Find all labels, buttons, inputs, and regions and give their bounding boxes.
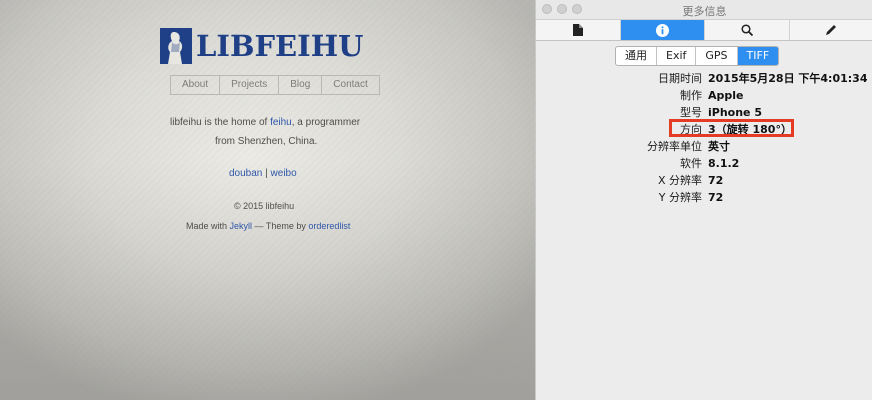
info-row-datetime: 日期时间 2015年5月28日 下午4:01:34 <box>658 72 868 85</box>
search-icon <box>741 24 753 36</box>
window-titlebar: 更多信息 <box>536 0 872 19</box>
segment-tiff[interactable]: TIFF <box>737 47 779 65</box>
jekyll-link[interactable]: Jekyll <box>230 221 253 231</box>
footer-credits: Made with Jekyll — Theme by orderedlist <box>186 221 351 231</box>
douban-link[interactable]: douban <box>229 168 262 179</box>
social-separator: | <box>265 168 268 179</box>
social-links: douban | weibo <box>229 168 297 179</box>
metadata-segmented-control: 通用 Exif GPS TIFF <box>615 46 780 66</box>
info-row-x-resolution: X 分辨率 72 <box>657 174 724 187</box>
site-nav: About Projects Blog Contact <box>170 75 380 95</box>
info-row-y-resolution: Y 分辨率 72 <box>658 191 724 204</box>
orientation-highlight-box <box>669 119 794 137</box>
window-title: 更多信息 <box>682 5 727 18</box>
info-row-software: 软件 8.1.2 <box>680 157 740 170</box>
intro-line-1: libfeihu is the home of feihu, a program… <box>170 117 361 128</box>
nav-blog[interactable]: Blog <box>279 76 323 94</box>
site-logo-text: LIBFEIHU <box>196 29 364 63</box>
nav-about[interactable]: About <box>171 76 221 94</box>
tab-keywords[interactable] <box>705 20 790 40</box>
segment-exif[interactable]: Exif <box>657 47 697 65</box>
pencil-icon <box>826 25 837 35</box>
feihu-link[interactable]: feihu <box>270 117 292 128</box>
nav-projects[interactable]: Projects <box>220 76 280 94</box>
nav-contact[interactable]: Contact <box>322 76 378 94</box>
site-logo[interactable]: LIBFEIHU <box>160 28 372 68</box>
segment-general[interactable]: 通用 <box>616 47 657 65</box>
intro-line-2: from Shenzhen, China. <box>215 136 318 147</box>
website-content: LIBFEIHU About Projects Blog Contact lib… <box>0 0 535 400</box>
inspector-toolbar <box>536 19 872 41</box>
file-icon <box>572 24 583 36</box>
segment-gps[interactable]: GPS <box>696 47 738 65</box>
tab-annotations[interactable] <box>790 20 872 40</box>
info-row-resolution-unit: 分辨率单位 英寸 <box>647 140 730 153</box>
copyright: © 2015 libfeihu <box>234 201 295 211</box>
tab-general-info[interactable] <box>536 20 621 40</box>
more-info-panel: 更多信息 通用 Exif GPS TIFF 日期时间 2015年5月28日 下午… <box>535 0 872 400</box>
photo-of-laptop-screen: LIBFEIHU About Projects Blog Contact lib… <box>0 0 535 400</box>
logo-figure-icon <box>160 28 192 64</box>
weibo-link[interactable]: weibo <box>271 168 297 179</box>
info-row-make: 制作 Apple <box>680 89 744 102</box>
tab-more-info[interactable] <box>620 20 705 40</box>
info-icon <box>655 23 669 37</box>
theme-author-link[interactable]: orderedlist <box>308 221 350 231</box>
